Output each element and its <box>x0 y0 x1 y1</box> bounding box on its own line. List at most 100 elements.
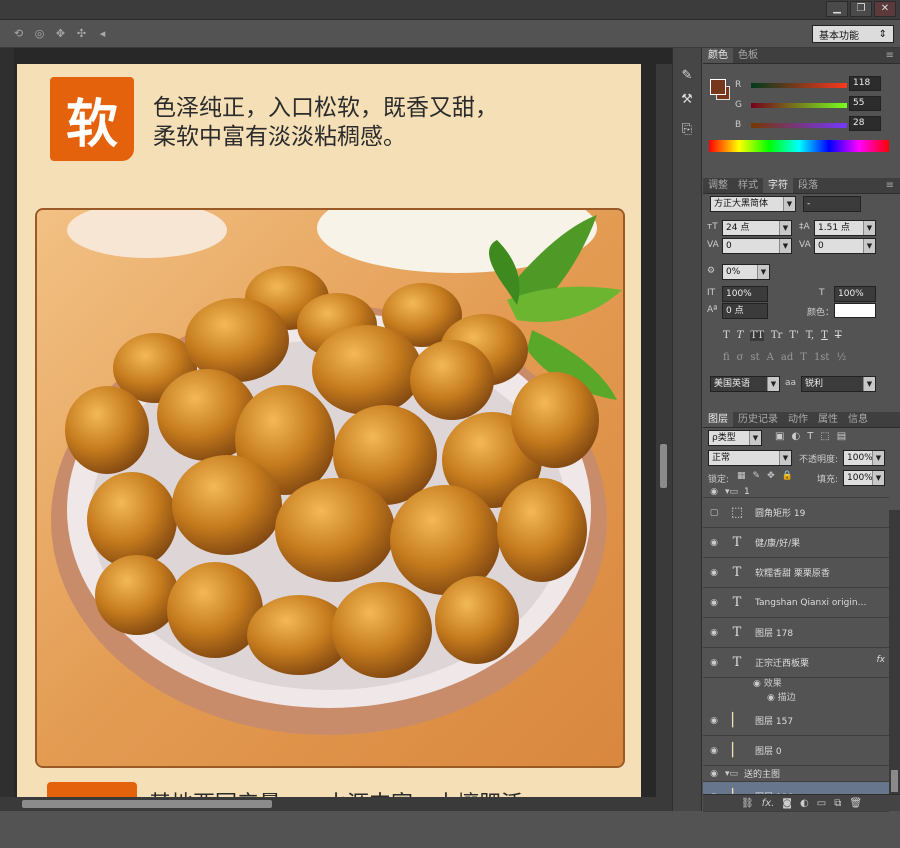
language-select[interactable]: 美国英语 ▼ <box>710 376 780 392</box>
smart-object-filter-icon[interactable]: ▤ <box>837 431 846 442</box>
faux-italic-button[interactable]: T <box>737 330 744 341</box>
panel-menu-icon[interactable]: ≡ <box>880 178 900 193</box>
tab-layers[interactable]: 图层 <box>703 412 733 427</box>
discretionary-lig-button[interactable]: st <box>751 352 760 363</box>
visibility-eye-icon[interactable]: ◉ <box>703 538 725 548</box>
small-caps-button[interactable]: Tr <box>771 330 782 341</box>
layer-row[interactable]: ◉ ▏ 图层 157 <box>703 706 889 736</box>
adjustment-filter-icon[interactable]: ◐ <box>791 431 800 442</box>
font-size-field[interactable]: 24 点 ▼ <box>722 220 792 236</box>
visibility-eye-icon[interactable]: ◉ <box>703 658 725 668</box>
restore-button[interactable]: ❐ <box>850 1 872 17</box>
opacity-field[interactable]: 100% ▼ <box>843 450 885 466</box>
leading-field[interactable]: 1.51 点 ▼ <box>814 220 876 236</box>
lock-position-icon[interactable]: ✥ <box>767 471 775 481</box>
underline-button[interactable]: T <box>821 330 828 341</box>
blue-slider[interactable] <box>751 122 847 128</box>
font-style-select[interactable]: - <box>803 196 861 212</box>
layer-row[interactable]: ◉ T 健/康/好/果 <box>703 528 889 558</box>
new-layer-icon[interactable]: ⧉ <box>834 795 841 811</box>
layer-row[interactable]: ◉ T Tangshan Qianxi origina... <box>703 588 889 618</box>
red-value-field[interactable]: 118 <box>849 76 881 91</box>
antialias-select[interactable]: 锐利 ▼ <box>801 376 876 392</box>
layer-row[interactable]: ◉ T 图层 178 <box>703 618 889 648</box>
rotate-3d-icon[interactable]: ⟲ <box>12 27 25 40</box>
folder-icon[interactable]: ▭ <box>817 795 826 811</box>
layer-effects-badge[interactable]: fx <box>877 655 886 665</box>
subscript-button[interactable]: T, <box>806 330 814 341</box>
visibility-eye-icon[interactable]: ◉ <box>703 746 725 756</box>
red-slider[interactable] <box>751 82 847 88</box>
visibility-eye-icon[interactable]: ◉ <box>703 568 725 578</box>
layer-row[interactable]: ◉ ▾▭ 送的主图 <box>703 766 889 782</box>
layer-row[interactable]: ▢ ⬚ 圆角矩形 19 <box>703 498 889 528</box>
superscript-button[interactable]: T' <box>789 330 798 341</box>
brush-preset-icon[interactable]: ✎ <box>676 66 698 86</box>
canvas-horizontal-scrollbar[interactable] <box>0 797 672 811</box>
tab-info[interactable]: 信息 <box>843 412 873 427</box>
visibility-eye-icon[interactable]: ◉ <box>767 693 775 703</box>
tab-history[interactable]: 历史记录 <box>733 412 783 427</box>
horizontal-scale-field[interactable]: 100% <box>834 286 876 302</box>
blend-mode-select[interactable]: 正常 ▼ <box>708 450 792 466</box>
tab-actions[interactable]: 动作 <box>783 412 813 427</box>
strikethrough-button[interactable]: T <box>835 330 842 341</box>
visibility-eye-icon[interactable]: ◉ <box>753 679 761 689</box>
tracking-field[interactable]: 0 ▼ <box>814 238 876 254</box>
scale-3d-icon[interactable]: ◂ <box>96 27 109 40</box>
fx-icon[interactable]: fx. <box>762 795 775 811</box>
tab-character[interactable]: 字符 <box>763 178 793 193</box>
fill-field[interactable]: 100% ▼ <box>843 470 885 486</box>
tool-preset-icon[interactable]: ⚒ <box>676 90 698 110</box>
layers-scrollbar[interactable] <box>889 510 900 794</box>
tab-adjustments[interactable]: 调整 <box>703 178 733 193</box>
slide-3d-icon[interactable]: ✣ <box>75 27 88 40</box>
kerning-field[interactable]: 0 ▼ <box>722 238 792 254</box>
tab-properties[interactable]: 属性 <box>813 412 843 427</box>
close-button[interactable]: ✕ <box>874 1 896 17</box>
stroke-effect-row[interactable]: ◉ 描边 <box>767 690 796 703</box>
trash-icon[interactable]: 🗑 <box>849 795 862 811</box>
adjustment-icon[interactable]: ◐ <box>800 795 809 811</box>
tab-styles[interactable]: 样式 <box>733 178 763 193</box>
faux-bold-button[interactable]: T <box>723 330 730 341</box>
ligature-button[interactable]: fi <box>723 352 730 363</box>
layer-row[interactable]: ◉ T 软糯香甜 栗栗原香 <box>703 558 889 588</box>
mask-icon[interactable]: ◙ <box>782 795 792 811</box>
scrollbar-thumb[interactable] <box>891 770 898 792</box>
pixel-filter-icon[interactable]: ▣ <box>775 431 784 442</box>
scrollbar-thumb[interactable] <box>22 800 272 808</box>
visibility-eye-icon[interactable]: ◉ <box>703 628 725 638</box>
color-spectrum-ramp[interactable] <box>709 140 889 152</box>
blue-value-field[interactable]: 28 <box>849 116 881 131</box>
foreground-color-swatch[interactable] <box>710 79 726 95</box>
font-family-select[interactable]: 方正大黑简体 ▼ <box>710 196 796 212</box>
text-color-swatch[interactable] <box>834 303 876 318</box>
minimize-button[interactable]: ▁ <box>826 1 848 17</box>
layer-row[interactable]: ◉ ▏ 图层 0 <box>703 736 889 766</box>
lock-image-icon[interactable]: ✎ <box>753 471 761 481</box>
stylistic-alt-button[interactable]: ad <box>781 352 793 363</box>
visibility-eye-icon[interactable]: ◉ <box>703 716 725 726</box>
tab-paragraph[interactable]: 段落 <box>793 178 823 193</box>
shape-filter-icon[interactable]: ⬚ <box>820 431 829 442</box>
scrollbar-thumb[interactable] <box>660 444 667 488</box>
titling-alt-button[interactable]: T <box>800 352 807 363</box>
ordinals-button[interactable]: 1st <box>814 352 830 363</box>
visibility-eye-icon[interactable]: ◉ <box>703 769 725 779</box>
link-icon[interactable]: ⛓ <box>741 795 754 811</box>
layer-row[interactable]: ◉ ▾▭ 1 <box>703 486 889 498</box>
swash-button[interactable]: A <box>767 352 774 363</box>
roll-3d-icon[interactable]: ◎ <box>33 27 46 40</box>
canvas-vertical-scrollbar[interactable] <box>656 64 672 801</box>
lock-all-icon[interactable]: 🔒 <box>782 471 793 481</box>
effects-row[interactable]: ◉ 效果 <box>753 676 782 689</box>
visibility-toggle-off[interactable]: ▢ <box>703 508 725 518</box>
tab-swatches[interactable]: 色板 <box>733 48 763 63</box>
baseline-shift-field[interactable]: 0 点 <box>722 303 768 319</box>
all-caps-button[interactable]: TT <box>750 330 764 341</box>
document-canvas[interactable]: 软 色泽纯正，入口松软，既香又甜， 柔软中富有淡淡粘稠感。 <box>17 64 641 801</box>
visibility-eye-icon[interactable]: ◉ <box>703 598 725 608</box>
visibility-eye-icon[interactable]: ◉ <box>703 487 725 497</box>
type-filter-icon[interactable]: T <box>807 431 813 442</box>
